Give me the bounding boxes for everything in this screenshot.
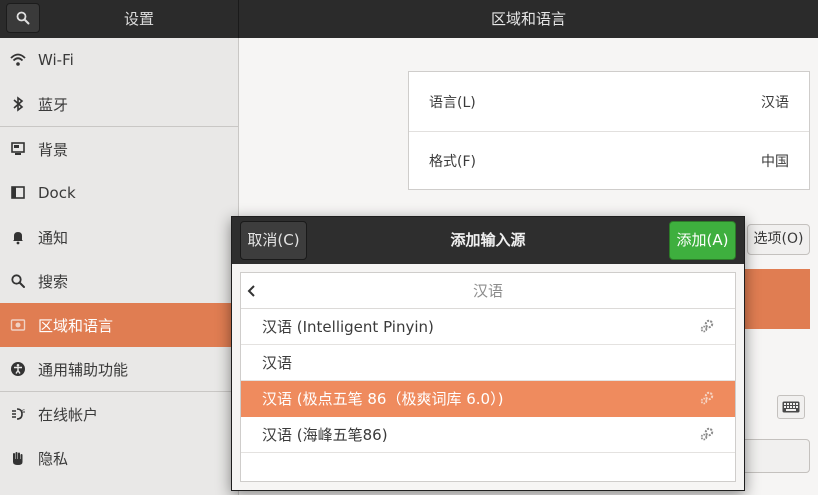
- add-input-source-dialog: 添加输入源 取消(C) 添加(A) 汉语 汉语 (Intelligent Pin…: [231, 216, 745, 491]
- svg-text:s: s: [22, 408, 25, 415]
- list-item-label: 汉语: [262, 354, 293, 372]
- formats-row[interactable]: 格式(F) 中国: [409, 131, 809, 190]
- language-label: 语言(L): [429, 94, 476, 111]
- sidebar-item-label: Wi-Fi: [38, 51, 74, 69]
- list-item-label: 汉语 (极点五笔 86（极爽词库 6.0）): [262, 390, 504, 408]
- gears-icon[interactable]: [699, 390, 715, 406]
- search-icon: [10, 273, 26, 289]
- keyboard-icon: [782, 401, 800, 413]
- sidebar-item-background[interactable]: 背景: [0, 127, 238, 171]
- sidebar-item-bluetooth[interactable]: 蓝牙: [0, 82, 238, 126]
- wifi-icon: [10, 52, 26, 68]
- sidebar-item-label: 背景: [38, 140, 69, 159]
- language-row[interactable]: 语言(L) 汉语: [409, 72, 809, 131]
- cancel-button[interactable]: 取消(C): [240, 221, 307, 260]
- list-item[interactable]: 汉语: [241, 345, 735, 381]
- language-format-box: 语言(L) 汉语 格式(F) 中国: [408, 71, 810, 190]
- sidebar-item-privacy[interactable]: 隐私: [0, 436, 238, 480]
- formats-value: 中国: [761, 154, 789, 170]
- sidebar-item-wifi[interactable]: Wi-Fi: [0, 38, 238, 82]
- language-value: 汉语: [761, 94, 789, 111]
- chevron-left-icon: [247, 285, 255, 297]
- list-item[interactable]: 汉语 (Intelligent Pinyin): [241, 309, 735, 345]
- dock-icon: [10, 185, 26, 201]
- sidebar-item-label: 区域和语言: [38, 316, 114, 335]
- list-item-label: 汉语 (Intelligent Pinyin): [262, 318, 434, 336]
- list-item-selected[interactable]: 汉语 (极点五笔 86（极爽词库 6.0）): [241, 381, 735, 417]
- dialog-title: 添加输入源: [450, 231, 526, 249]
- region-icon: [10, 317, 26, 333]
- sidebar-item-label: 蓝牙: [38, 95, 69, 114]
- list-header: 汉语: [241, 273, 735, 309]
- gears-icon[interactable]: [699, 426, 715, 442]
- sidebar-item-label: 通知: [38, 228, 69, 247]
- bluetooth-icon: [10, 96, 26, 112]
- sidebar-item-search[interactable]: 搜索: [0, 259, 238, 303]
- privacy-hand-icon: [10, 450, 26, 466]
- formats-label: 格式(F): [429, 154, 476, 170]
- accessibility-icon: [10, 361, 26, 377]
- sidebar-item-label: 在线帐户: [38, 405, 99, 424]
- search-button[interactable]: [6, 3, 40, 33]
- back-button[interactable]: [241, 273, 263, 309]
- add-button[interactable]: 添加(A): [669, 221, 736, 260]
- sidebar-item-dock[interactable]: Dock: [0, 171, 238, 215]
- options-button[interactable]: 选项(O): [747, 224, 810, 255]
- sidebar-item-accessibility[interactable]: 通用辅助功能: [0, 347, 238, 391]
- list-item-label: 汉语 (海峰五笔86): [262, 426, 388, 444]
- panel-header: 区域和语言: [239, 0, 818, 38]
- sidebar-item-label: 搜索: [38, 272, 69, 291]
- manage-languages-button[interactable]: [736, 439, 810, 473]
- sidebar-item-online-accounts[interactable]: s 在线帐户: [0, 392, 238, 436]
- sidebar-title: 设置: [123, 10, 154, 28]
- gears-icon[interactable]: [699, 318, 715, 334]
- input-source-selected-row[interactable]: [736, 269, 810, 329]
- sidebar-item-region-language[interactable]: 区域和语言: [0, 303, 238, 347]
- sidebar-item-label: 隐私: [38, 449, 69, 468]
- list-item[interactable]: 汉语 (海峰五笔86): [241, 417, 735, 453]
- sidebar-item-label: 通用辅助功能: [38, 360, 129, 379]
- list-title: 汉语: [472, 282, 503, 300]
- bell-icon: [10, 229, 26, 245]
- keyboard-preview-button[interactable]: [777, 395, 805, 419]
- panel-title: 区域和语言: [490, 10, 566, 28]
- dialog-header: 添加输入源 取消(C) 添加(A): [232, 217, 744, 264]
- input-source-list: 汉语 汉语 (Intelligent Pinyin) 汉语 汉语 (极点五笔 8…: [240, 272, 736, 482]
- sidebar-header: 设置: [0, 0, 239, 38]
- search-icon: [16, 11, 30, 25]
- background-icon: [10, 141, 26, 157]
- settings-sidebar: Wi-Fi 蓝牙 背景 Dock 通知 搜索 区域和语言 通用辅助功能 s 在线…: [0, 38, 239, 495]
- sidebar-item-label: Dock: [38, 184, 76, 202]
- online-accounts-icon: s: [10, 406, 26, 422]
- sidebar-item-notifications[interactable]: 通知: [0, 215, 238, 259]
